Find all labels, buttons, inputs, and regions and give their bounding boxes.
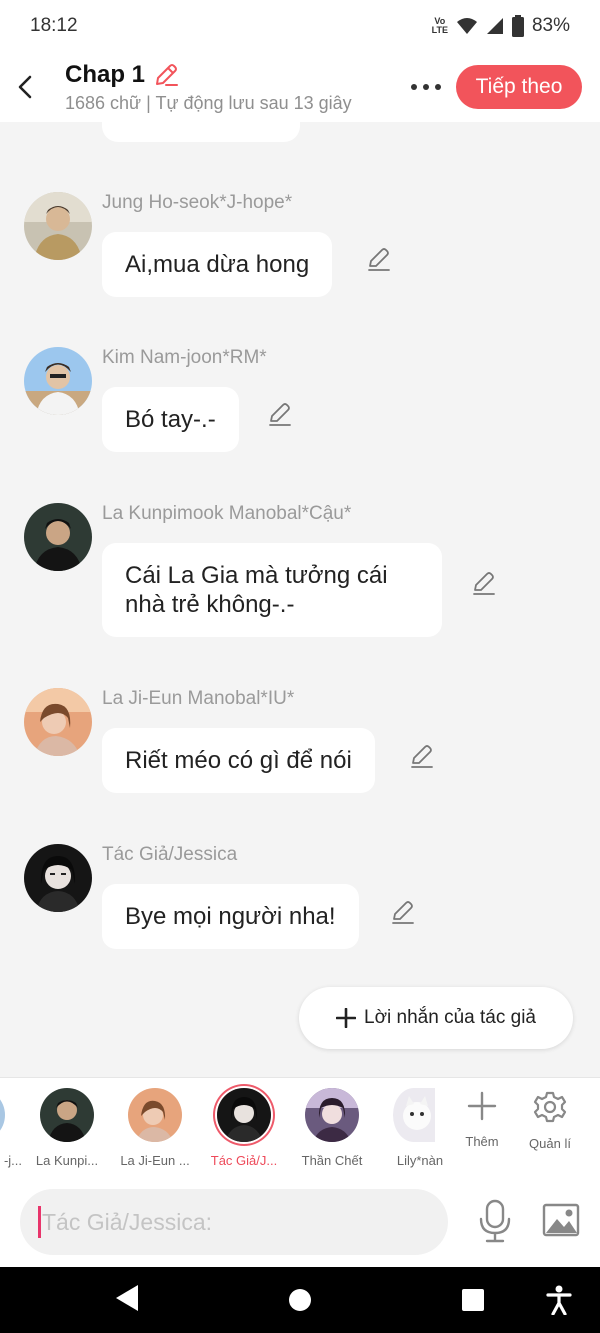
sender-name: La Kunpimook Manobal*Cậu* (102, 503, 352, 524)
character-avatar (128, 1088, 182, 1142)
character-avatar (40, 1088, 94, 1142)
manage-characters-button[interactable]: Quản lí (520, 1090, 580, 1151)
character-name: La Kunpi... (35, 1153, 99, 1168)
character-avatar (217, 1088, 271, 1142)
character-item[interactable]: Thần Chết (288, 1088, 376, 1168)
gear-icon (533, 1091, 567, 1123)
edit-message-icon[interactable] (390, 899, 416, 925)
add-character-button[interactable]: Thêm (452, 1090, 512, 1149)
character-item[interactable]: La Ji-Eun ... (111, 1088, 199, 1168)
character-avatar (393, 1088, 435, 1142)
nav-back-icon[interactable] (114, 1283, 140, 1313)
character-avatar (305, 1088, 359, 1142)
insert-image-button[interactable] (542, 1203, 580, 1242)
image-icon (542, 1203, 580, 1237)
character-item[interactable]: La Kunpi... (23, 1088, 111, 1168)
character-avatar (0, 1088, 5, 1142)
microphone-icon (479, 1199, 511, 1243)
plus-icon (467, 1091, 497, 1121)
message-input-box[interactable] (20, 1189, 448, 1255)
system-navigation-bar (0, 1267, 600, 1333)
editor-header: Chap 1 1686 chữ | Tự động lưu sau 13 giâ… (0, 52, 600, 122)
volte-icon: Vo LTE (431, 16, 448, 35)
avatar[interactable] (24, 844, 92, 912)
message-bubble[interactable]: Cái La Gia mà tưởng cái nhà trẻ không-.- (102, 543, 442, 637)
avatar[interactable] (24, 688, 92, 756)
edit-message-icon[interactable] (267, 401, 293, 427)
character-name: La Ji-Eun ... (120, 1153, 190, 1168)
nav-home-icon[interactable] (288, 1288, 312, 1312)
text-caret (38, 1206, 41, 1238)
character-item[interactable]: Lily*nàn (376, 1088, 464, 1168)
message-input[interactable] (42, 1208, 422, 1236)
word-count-status: 1686 chữ | Tự động lưu sau 13 giây (65, 92, 352, 113)
message-bubble[interactable]: Ai,mua dừa hong (102, 232, 333, 297)
voice-input-button[interactable] (478, 1199, 512, 1248)
title-block: Chap 1 1686 chữ | Tự động lưu sau 13 giâ… (50, 61, 396, 114)
edit-message-icon[interactable] (471, 570, 497, 596)
accessibility-icon[interactable] (546, 1285, 572, 1315)
more-options-button[interactable] (396, 52, 456, 122)
add-character-label: Thêm (465, 1134, 499, 1149)
next-button[interactable]: Tiếp theo (456, 65, 582, 109)
chat-area[interactable]: Jung Ho-seok*J-hope* Ai,mua dừa hong Kim… (0, 122, 600, 1077)
back-arrow-icon (18, 75, 32, 99)
message-bubble-partial[interactable] (102, 122, 300, 142)
chapter-title: Chap 1 (65, 60, 146, 88)
status-icons: Vo LTE 83% (432, 15, 570, 37)
character-item[interactable]: -j... (0, 1088, 22, 1168)
sender-name: Tác Giả/Jessica (102, 844, 238, 865)
author-message-button[interactable]: Lời nhắn của tác giả (299, 987, 573, 1049)
plus-icon (336, 1008, 357, 1028)
message-bubble[interactable]: Bó tay-.- (102, 387, 239, 452)
back-button[interactable] (0, 52, 50, 122)
edit-title-icon[interactable] (153, 62, 179, 88)
battery-icon (511, 15, 524, 37)
character-selector: -j... La Kunpi... La Ji-Eun ... Tác Giả/… (0, 1077, 600, 1179)
author-message-label: Lời nhắn của tác giả (364, 1007, 536, 1028)
manage-characters-label: Quản lí (529, 1136, 571, 1151)
signal-icon (486, 18, 503, 34)
sender-name: Jung Ho-seok*J-hope* (102, 192, 293, 213)
nav-recents-icon[interactable] (461, 1288, 485, 1312)
status-bar: 18:12 Vo LTE 83% (0, 0, 600, 52)
edit-message-icon[interactable] (366, 246, 392, 272)
character-name: Tác Giả/J... (210, 1153, 278, 1168)
message-bubble[interactable]: Bye mọi người nha! (102, 884, 359, 949)
message-bubble[interactable]: Riết méo có gì để nói (102, 728, 375, 793)
avatar[interactable] (24, 503, 92, 571)
edit-message-icon[interactable] (409, 743, 435, 769)
status-time: 18:12 (30, 15, 78, 36)
character-item-selected[interactable]: Tác Giả/J... (200, 1088, 288, 1168)
character-name: Thần Chết (301, 1153, 363, 1168)
battery-percent: 83% (531, 15, 570, 36)
message-input-area (0, 1179, 600, 1267)
avatar[interactable] (24, 347, 92, 415)
sender-name: Kim Nam-joon*RM* (102, 347, 267, 368)
sender-name: La Ji-Eun Manobal*IU* (102, 688, 295, 709)
character-name: -j... (3, 1153, 22, 1168)
character-name: Lily*nàn (396, 1153, 444, 1168)
more-dots-icon (411, 84, 441, 90)
avatar[interactable] (24, 192, 92, 260)
wifi-icon (456, 18, 477, 34)
